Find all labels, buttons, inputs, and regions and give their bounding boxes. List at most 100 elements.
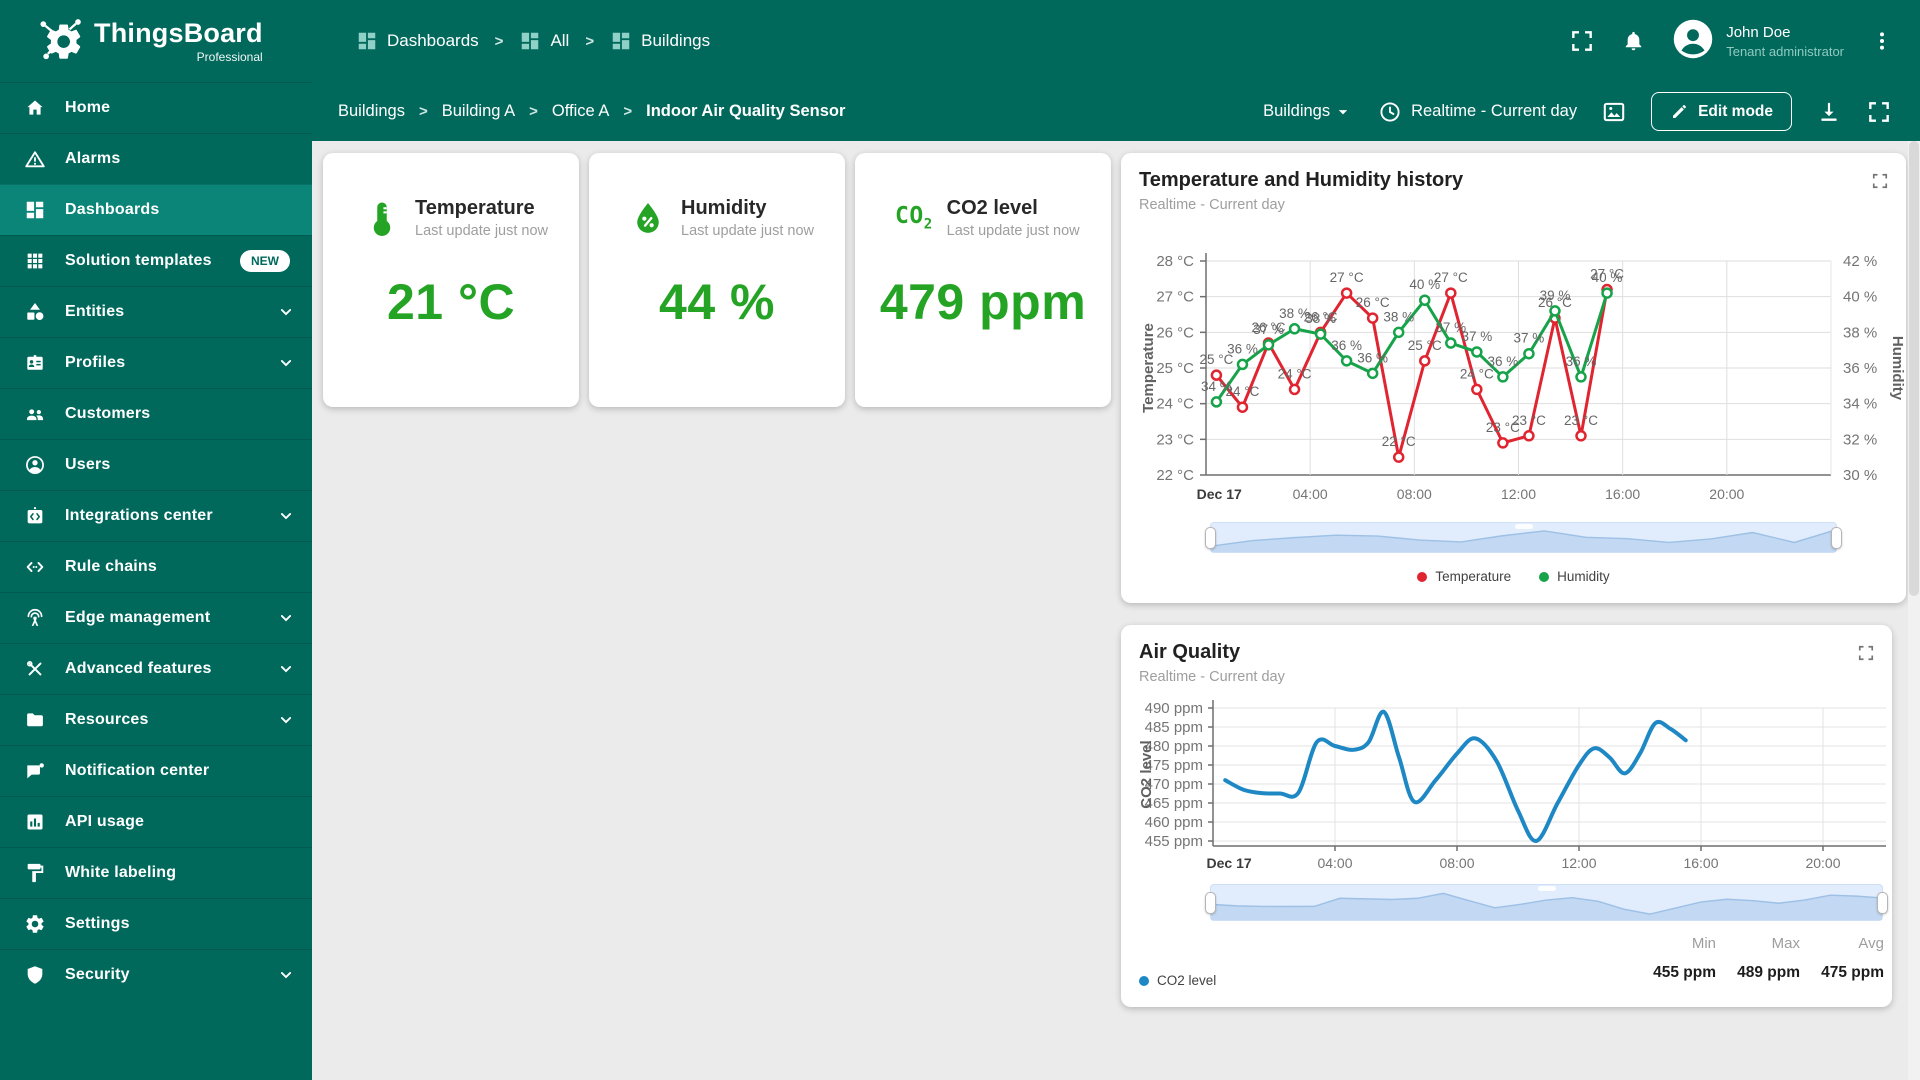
svg-text:485 ppm: 485 ppm <box>1145 719 1203 736</box>
top-header-bar: ThingsBoard Professional Dashboards > Al… <box>0 0 1920 82</box>
sidebar-item-profiles[interactable]: Profiles <box>0 337 312 388</box>
user-name: John Doe <box>1726 23 1791 41</box>
stat-min-value: 455 ppm <box>1653 964 1716 981</box>
scrollbar-thumb[interactable] <box>1909 141 1919 596</box>
card-title: Humidity <box>681 197 767 219</box>
svg-text:24 °C: 24 °C <box>1278 366 1312 381</box>
breadcrumb-dashboards[interactable]: Dashboards <box>356 30 479 52</box>
svg-text:39 %: 39 % <box>1540 288 1571 303</box>
entity-select-dropdown[interactable]: Buildings <box>1263 101 1354 123</box>
temperature-value-card: Temperature Last update just now 21 °C <box>323 153 579 407</box>
legend-temperature[interactable]: Temperature <box>1417 569 1511 584</box>
sidebar-item-integrations-center[interactable]: Integrations center <box>0 490 312 541</box>
edge-antenna-icon <box>24 607 46 629</box>
card-subtitle: Last update just now <box>681 223 815 239</box>
svg-text:40 %: 40 % <box>1409 277 1440 292</box>
svg-text:42 %: 42 % <box>1843 253 1877 270</box>
sidebar-item-label: Home <box>65 99 111 116</box>
svg-text:30 %: 30 % <box>1843 467 1877 484</box>
edit-mode-button[interactable]: Edit mode <box>1651 92 1792 131</box>
sidebar: Home Alarms Dashboards Solution templates NE… <box>0 82 312 1080</box>
sidebar-item-advanced-features[interactable]: Advanced features <box>0 643 312 694</box>
scrollbar-grip[interactable] <box>1514 524 1533 529</box>
user-circle-icon <box>24 454 46 476</box>
range-handle-right[interactable] <box>1831 526 1842 549</box>
svg-text:26 °C: 26 °C <box>1356 295 1390 310</box>
breadcrumb-all[interactable]: All <box>519 30 569 52</box>
sidebar-item-white-labeling[interactable]: White labeling <box>0 847 312 898</box>
sidebar-item-users[interactable]: Users <box>0 439 312 490</box>
download-icon[interactable] <box>1816 99 1842 125</box>
sidebar-item-edge-management[interactable]: Edge management <box>0 592 312 643</box>
svg-text:20:00: 20:00 <box>1805 855 1840 871</box>
legend-co2-level[interactable]: CO2 level <box>1139 973 1216 988</box>
dashboards-icon <box>356 30 378 52</box>
fullscreen-icon[interactable] <box>1866 99 1892 125</box>
timewindow-button[interactable]: Realtime - Current day <box>1378 100 1577 124</box>
sidebar-item-resources[interactable]: Resources <box>0 694 312 745</box>
sidebar-item-api-usage[interactable]: API usage <box>0 796 312 847</box>
stat-avg-value: 475 ppm <box>1821 964 1884 981</box>
fullscreen-icon[interactable] <box>1569 28 1595 54</box>
svg-text:23 °C: 23 °C <box>1512 413 1546 428</box>
range-handle-right[interactable] <box>1877 891 1888 914</box>
sidebar-item-label: Users <box>65 456 111 473</box>
thingsboard-logo-icon <box>38 16 84 67</box>
sidebar-item-label: Settings <box>65 915 130 932</box>
profiles-icon <box>24 352 46 374</box>
sidebar-item-security[interactable]: Security <box>0 949 312 1000</box>
co2-dot-icon <box>1139 975 1149 986</box>
dashboard-image-icon[interactable] <box>1601 99 1627 125</box>
sidebar-item-home[interactable]: Home <box>0 82 312 133</box>
range-handle-left[interactable] <box>1205 891 1216 914</box>
svg-text:CO2 level: CO2 level <box>1138 740 1155 808</box>
stat-header-max: Max <box>1771 935 1800 952</box>
sidebar-item-notification-center[interactable]: Notification center <box>0 745 312 796</box>
page-scrollbar[interactable] <box>1908 141 1920 1080</box>
chevron-down-icon <box>276 506 296 526</box>
app-logo[interactable]: ThingsBoard Professional <box>0 0 312 82</box>
range-handle-left[interactable] <box>1205 526 1216 549</box>
chart-range-scrollbar[interactable] <box>1205 522 1842 553</box>
sidebar-item-settings[interactable]: Settings <box>0 898 312 949</box>
svg-text:28 °C: 28 °C <box>1156 253 1194 270</box>
scrollbar-grip[interactable] <box>1537 886 1556 891</box>
sidebar-item-label: Integrations center <box>65 507 213 524</box>
svg-text:460 ppm: 460 ppm <box>1145 814 1203 831</box>
legend-humidity[interactable]: Humidity <box>1539 569 1610 584</box>
svg-text:38 %: 38 % <box>1383 309 1414 324</box>
expand-widget-icon[interactable] <box>1870 171 1890 196</box>
folder-icon <box>24 709 46 731</box>
sidebar-item-label: Solution templates <box>65 252 212 269</box>
sidebar-item-dashboards[interactable]: Dashboards <box>0 184 312 235</box>
co2-icon: CO2 <box>895 203 933 233</box>
notifications-bell-icon[interactable] <box>1621 29 1646 54</box>
svg-text:27 °C: 27 °C <box>1330 270 1364 285</box>
sidebar-item-solution-templates[interactable]: Solution templates NEW <box>0 235 312 286</box>
svg-text:22 °C: 22 °C <box>1382 434 1416 449</box>
sidebar-item-rule-chains[interactable]: Rule chains <box>0 541 312 592</box>
svg-text:26 °C: 26 °C <box>1156 324 1194 341</box>
crumb-building-a[interactable]: Building A <box>442 102 515 121</box>
expand-widget-icon[interactable] <box>1856 643 1876 668</box>
crumb-current-dashboard: Indoor Air Quality Sensor <box>646 102 846 120</box>
apps-grid-icon <box>24 250 46 272</box>
more-vert-icon[interactable] <box>1870 29 1894 53</box>
svg-text:38 %: 38 % <box>1843 324 1877 341</box>
svg-text:16:00: 16:00 <box>1605 486 1640 502</box>
sidebar-item-entities[interactable]: Entities <box>0 286 312 337</box>
sidebar-item-alarms[interactable]: Alarms <box>0 133 312 184</box>
crumb-office-a[interactable]: Office A <box>552 102 609 121</box>
customers-icon <box>24 403 46 425</box>
gear-icon <box>24 913 46 935</box>
breadcrumb-buildings[interactable]: Buildings <box>610 30 710 52</box>
card-subtitle: Last update just now <box>415 223 549 239</box>
chart-range-scrollbar[interactable] <box>1205 884 1888 921</box>
sidebar-item-customers[interactable]: Customers <box>0 388 312 439</box>
breadcrumb-separator: > <box>529 103 538 120</box>
crumb-buildings[interactable]: Buildings <box>338 102 405 121</box>
api-chart-icon <box>24 811 46 833</box>
svg-text:37 %: 37 % <box>1514 331 1545 346</box>
user-menu[interactable]: John Doe Tenant administrator <box>1672 18 1844 65</box>
paint-roller-icon <box>24 862 46 884</box>
